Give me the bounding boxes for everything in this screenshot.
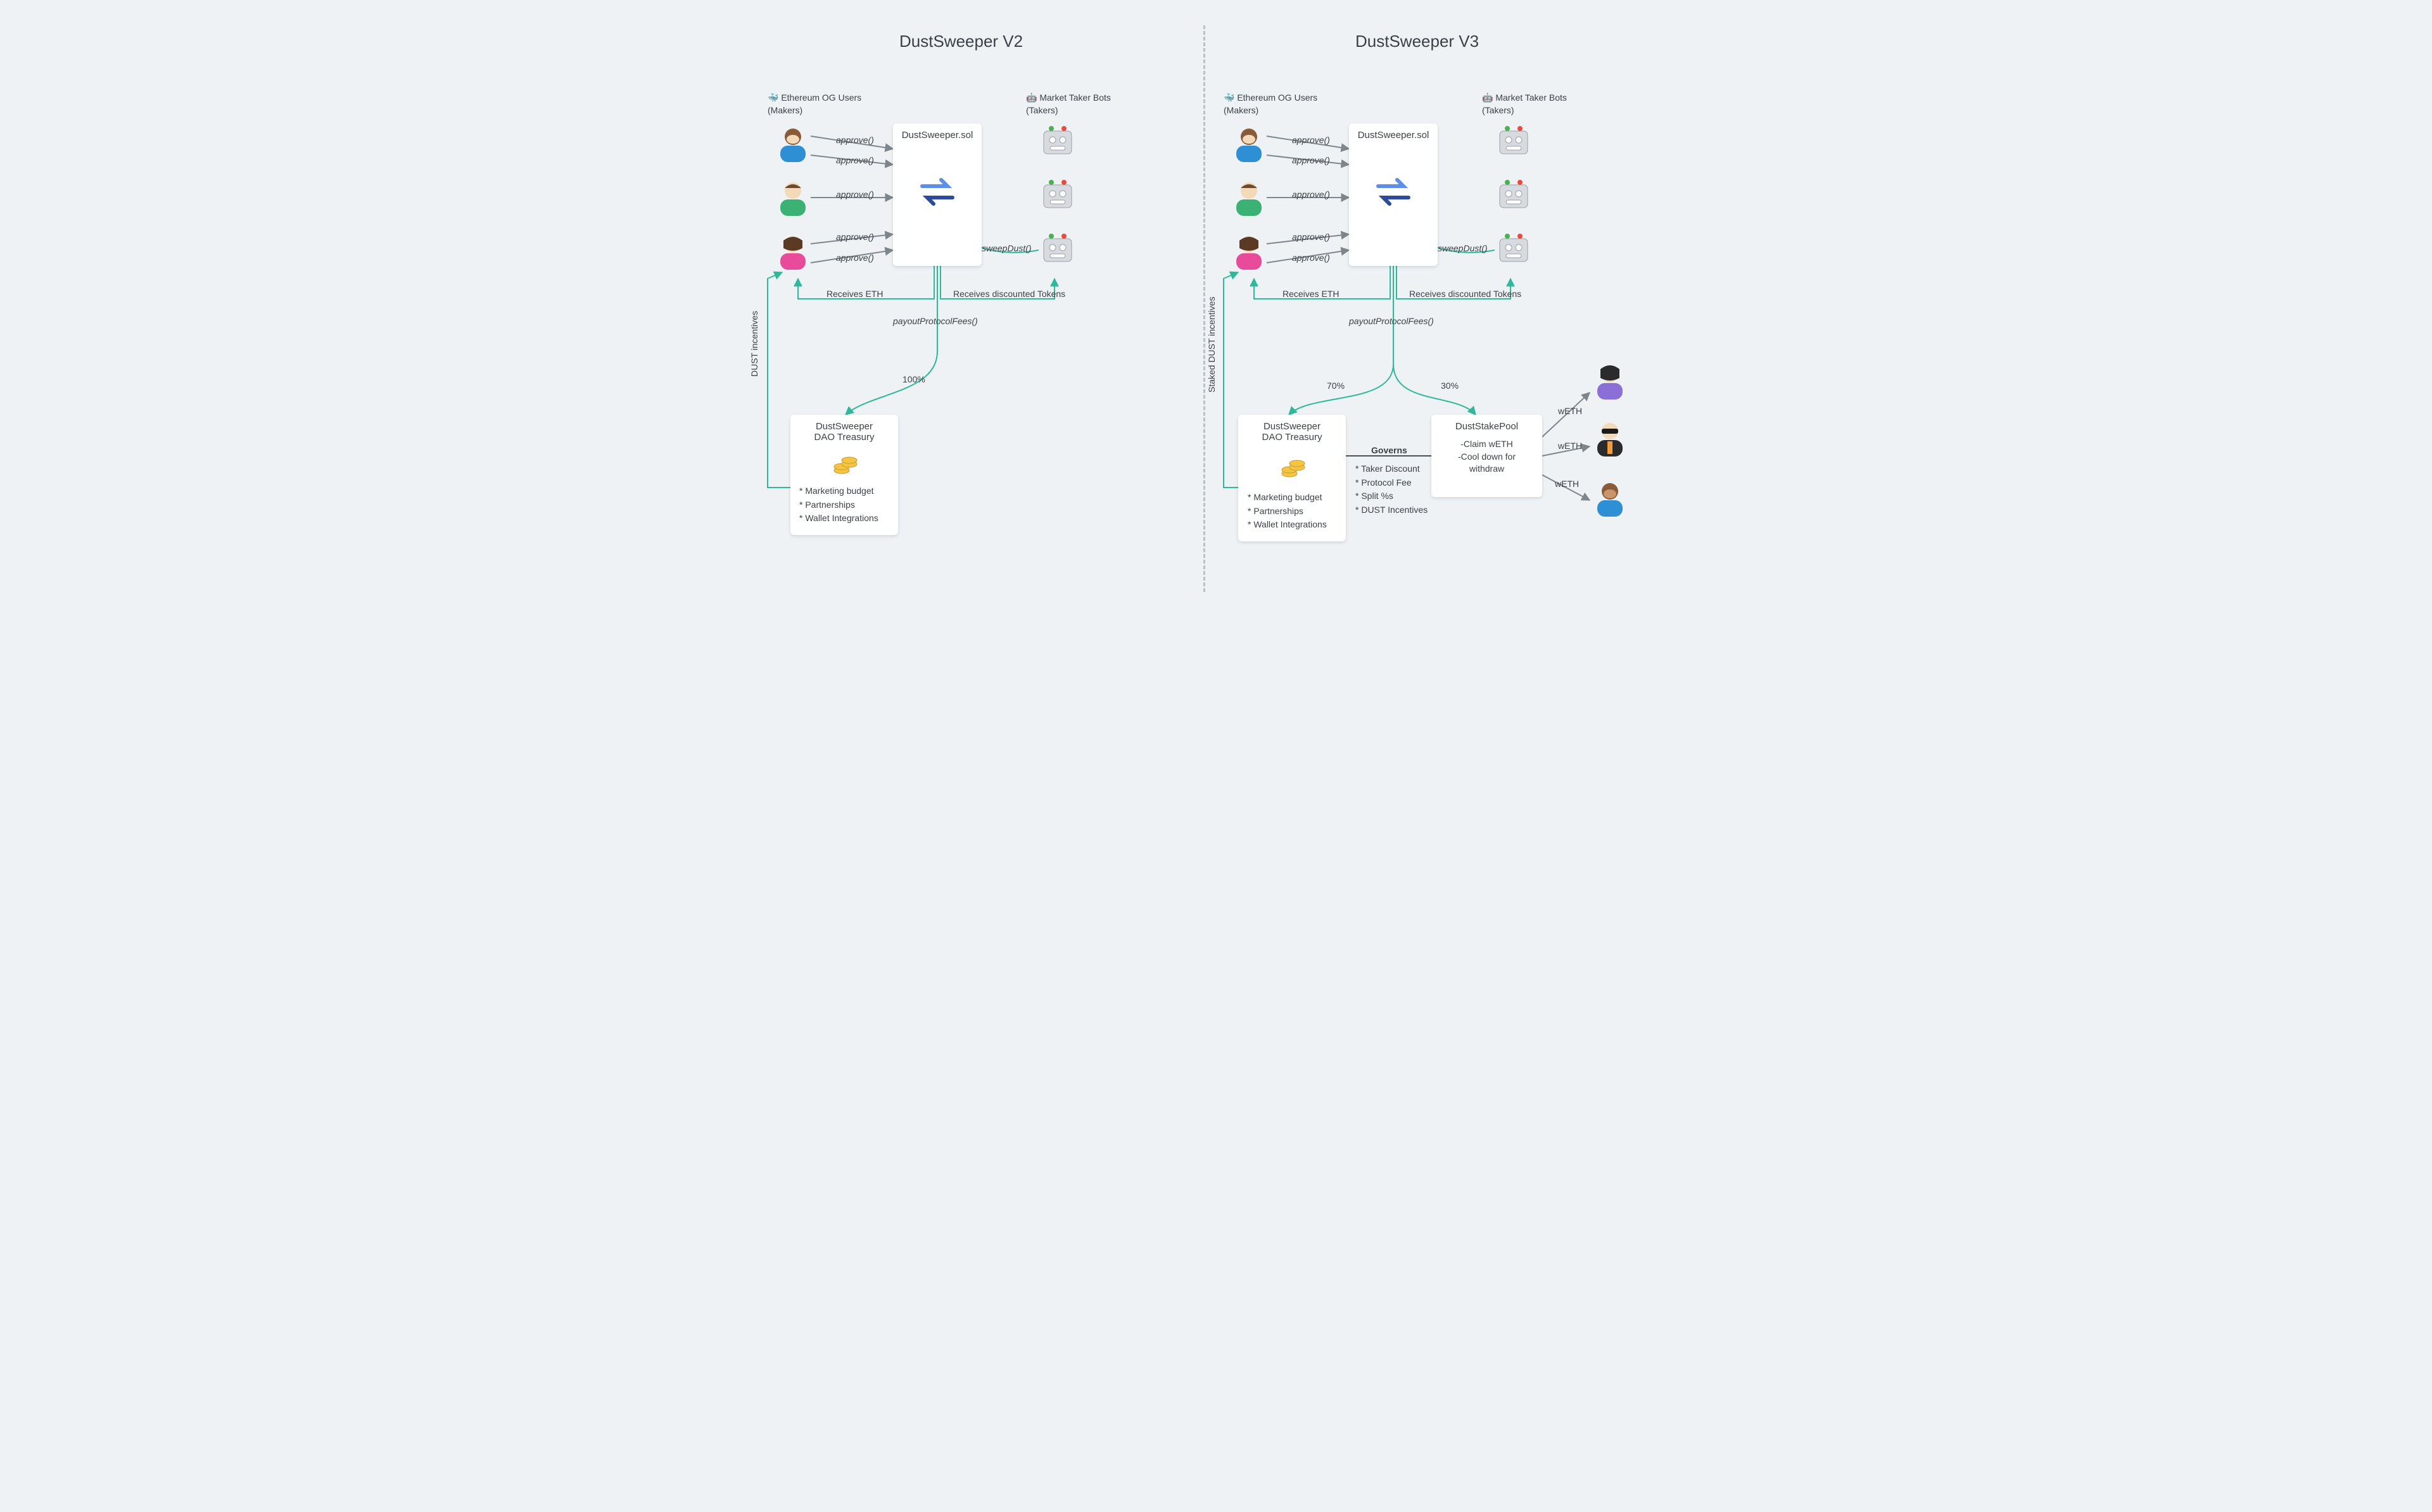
dust-incentives-label-v2: DUST incentives [749, 311, 761, 377]
contract-title: DustSweeper.sol [1349, 123, 1438, 141]
bot-emoji-icon: 🤖 [1482, 92, 1493, 103]
approve-label: approve() [1292, 189, 1330, 201]
user-icon [776, 234, 811, 272]
approve-label: approve() [836, 252, 874, 265]
bot-icon [1495, 177, 1533, 212]
vertical-divider [1203, 25, 1205, 592]
makers-header-v2: 🐳 Ethereum OG Users (Makers) [768, 92, 861, 117]
pct100-label: 100% [902, 374, 925, 386]
takers-header-v3: 🤖 Market Taker Bots (Takers) [1482, 92, 1567, 117]
receives-tokens-label: Receives discounted Tokens [1409, 288, 1521, 301]
sweepdust-label: sweepDust() [982, 243, 1032, 255]
weth-label: wETH [1555, 478, 1579, 491]
makers-header-v3: 🐳 Ethereum OG Users (Makers) [1224, 92, 1317, 117]
bot-icon [1039, 231, 1077, 266]
user-icon [776, 180, 811, 218]
approve-label: approve() [836, 231, 874, 244]
governs-bullets: * Taker Discount * Protocol Fee * Split … [1355, 462, 1428, 517]
bot-icon [1495, 231, 1533, 266]
sweepdust-label: sweepDust() [1438, 243, 1488, 255]
user-icon [1232, 234, 1267, 272]
bot-icon [1039, 123, 1077, 158]
bot-emoji-icon: 🤖 [1026, 92, 1037, 103]
bot-icon [1495, 123, 1533, 158]
treasury-bullets-v3: * Marketing budget * Partnerships * Wall… [1248, 491, 1327, 532]
swap-icon [1376, 177, 1411, 211]
stakepool-card: DustStakePool -Claim wETH -Cool down for… [1431, 415, 1542, 497]
governs-label: Governs [1371, 444, 1407, 457]
user-icon [776, 127, 811, 165]
approve-label: approve() [1292, 252, 1330, 265]
approve-label: approve() [836, 134, 874, 147]
dust-incentives-label-v3: Staked DUST incentives [1206, 297, 1219, 393]
bot-icon [1039, 177, 1077, 212]
whale-icon: 🐳 [768, 92, 778, 103]
whale-icon: 🐳 [1224, 92, 1234, 103]
user-icon [1593, 421, 1628, 459]
approve-label: approve() [836, 189, 874, 201]
payout-label: payoutProtocolFees() [893, 315, 978, 328]
treasury-title: DustSweeper DAO Treasury [790, 415, 898, 443]
title-v2: DustSweeper V2 [899, 32, 1023, 51]
takers-header-v2: 🤖 Market Taker Bots (Takers) [1026, 92, 1111, 117]
approve-label: approve() [1292, 231, 1330, 244]
receives-eth-label: Receives ETH [826, 288, 883, 301]
treasury-title: DustSweeper DAO Treasury [1238, 415, 1346, 443]
user-icon [1232, 127, 1267, 165]
payout-label: payoutProtocolFees() [1349, 315, 1434, 328]
approve-label: approve() [1292, 154, 1330, 167]
pct30-label: 30% [1441, 380, 1459, 393]
user-icon [1593, 481, 1628, 519]
diagram-canvas: DustSweeper V2 DustSweeper V3 [722, 0, 1710, 605]
approve-label: approve() [1292, 134, 1330, 147]
title-v3: DustSweeper V3 [1355, 32, 1479, 51]
treasury-bullets-v2: * Marketing budget * Partnerships * Wall… [799, 484, 878, 526]
weth-label: wETH [1558, 440, 1582, 453]
coins-icon [833, 453, 858, 479]
user-icon [1593, 364, 1628, 402]
receives-eth-label: Receives ETH [1282, 288, 1339, 301]
contract-title: DustSweeper.sol [893, 123, 982, 141]
approve-label: approve() [836, 154, 874, 167]
pct70-label: 70% [1327, 380, 1345, 393]
weth-label: wETH [1558, 405, 1582, 418]
stakepool-lines: -Claim wETH -Cool down for withdraw [1431, 438, 1542, 476]
swap-icon [920, 177, 955, 211]
coins-icon [1281, 456, 1306, 482]
user-icon [1232, 180, 1267, 218]
stakepool-title: DustStakePool [1431, 415, 1542, 432]
receives-tokens-label: Receives discounted Tokens [953, 288, 1065, 301]
